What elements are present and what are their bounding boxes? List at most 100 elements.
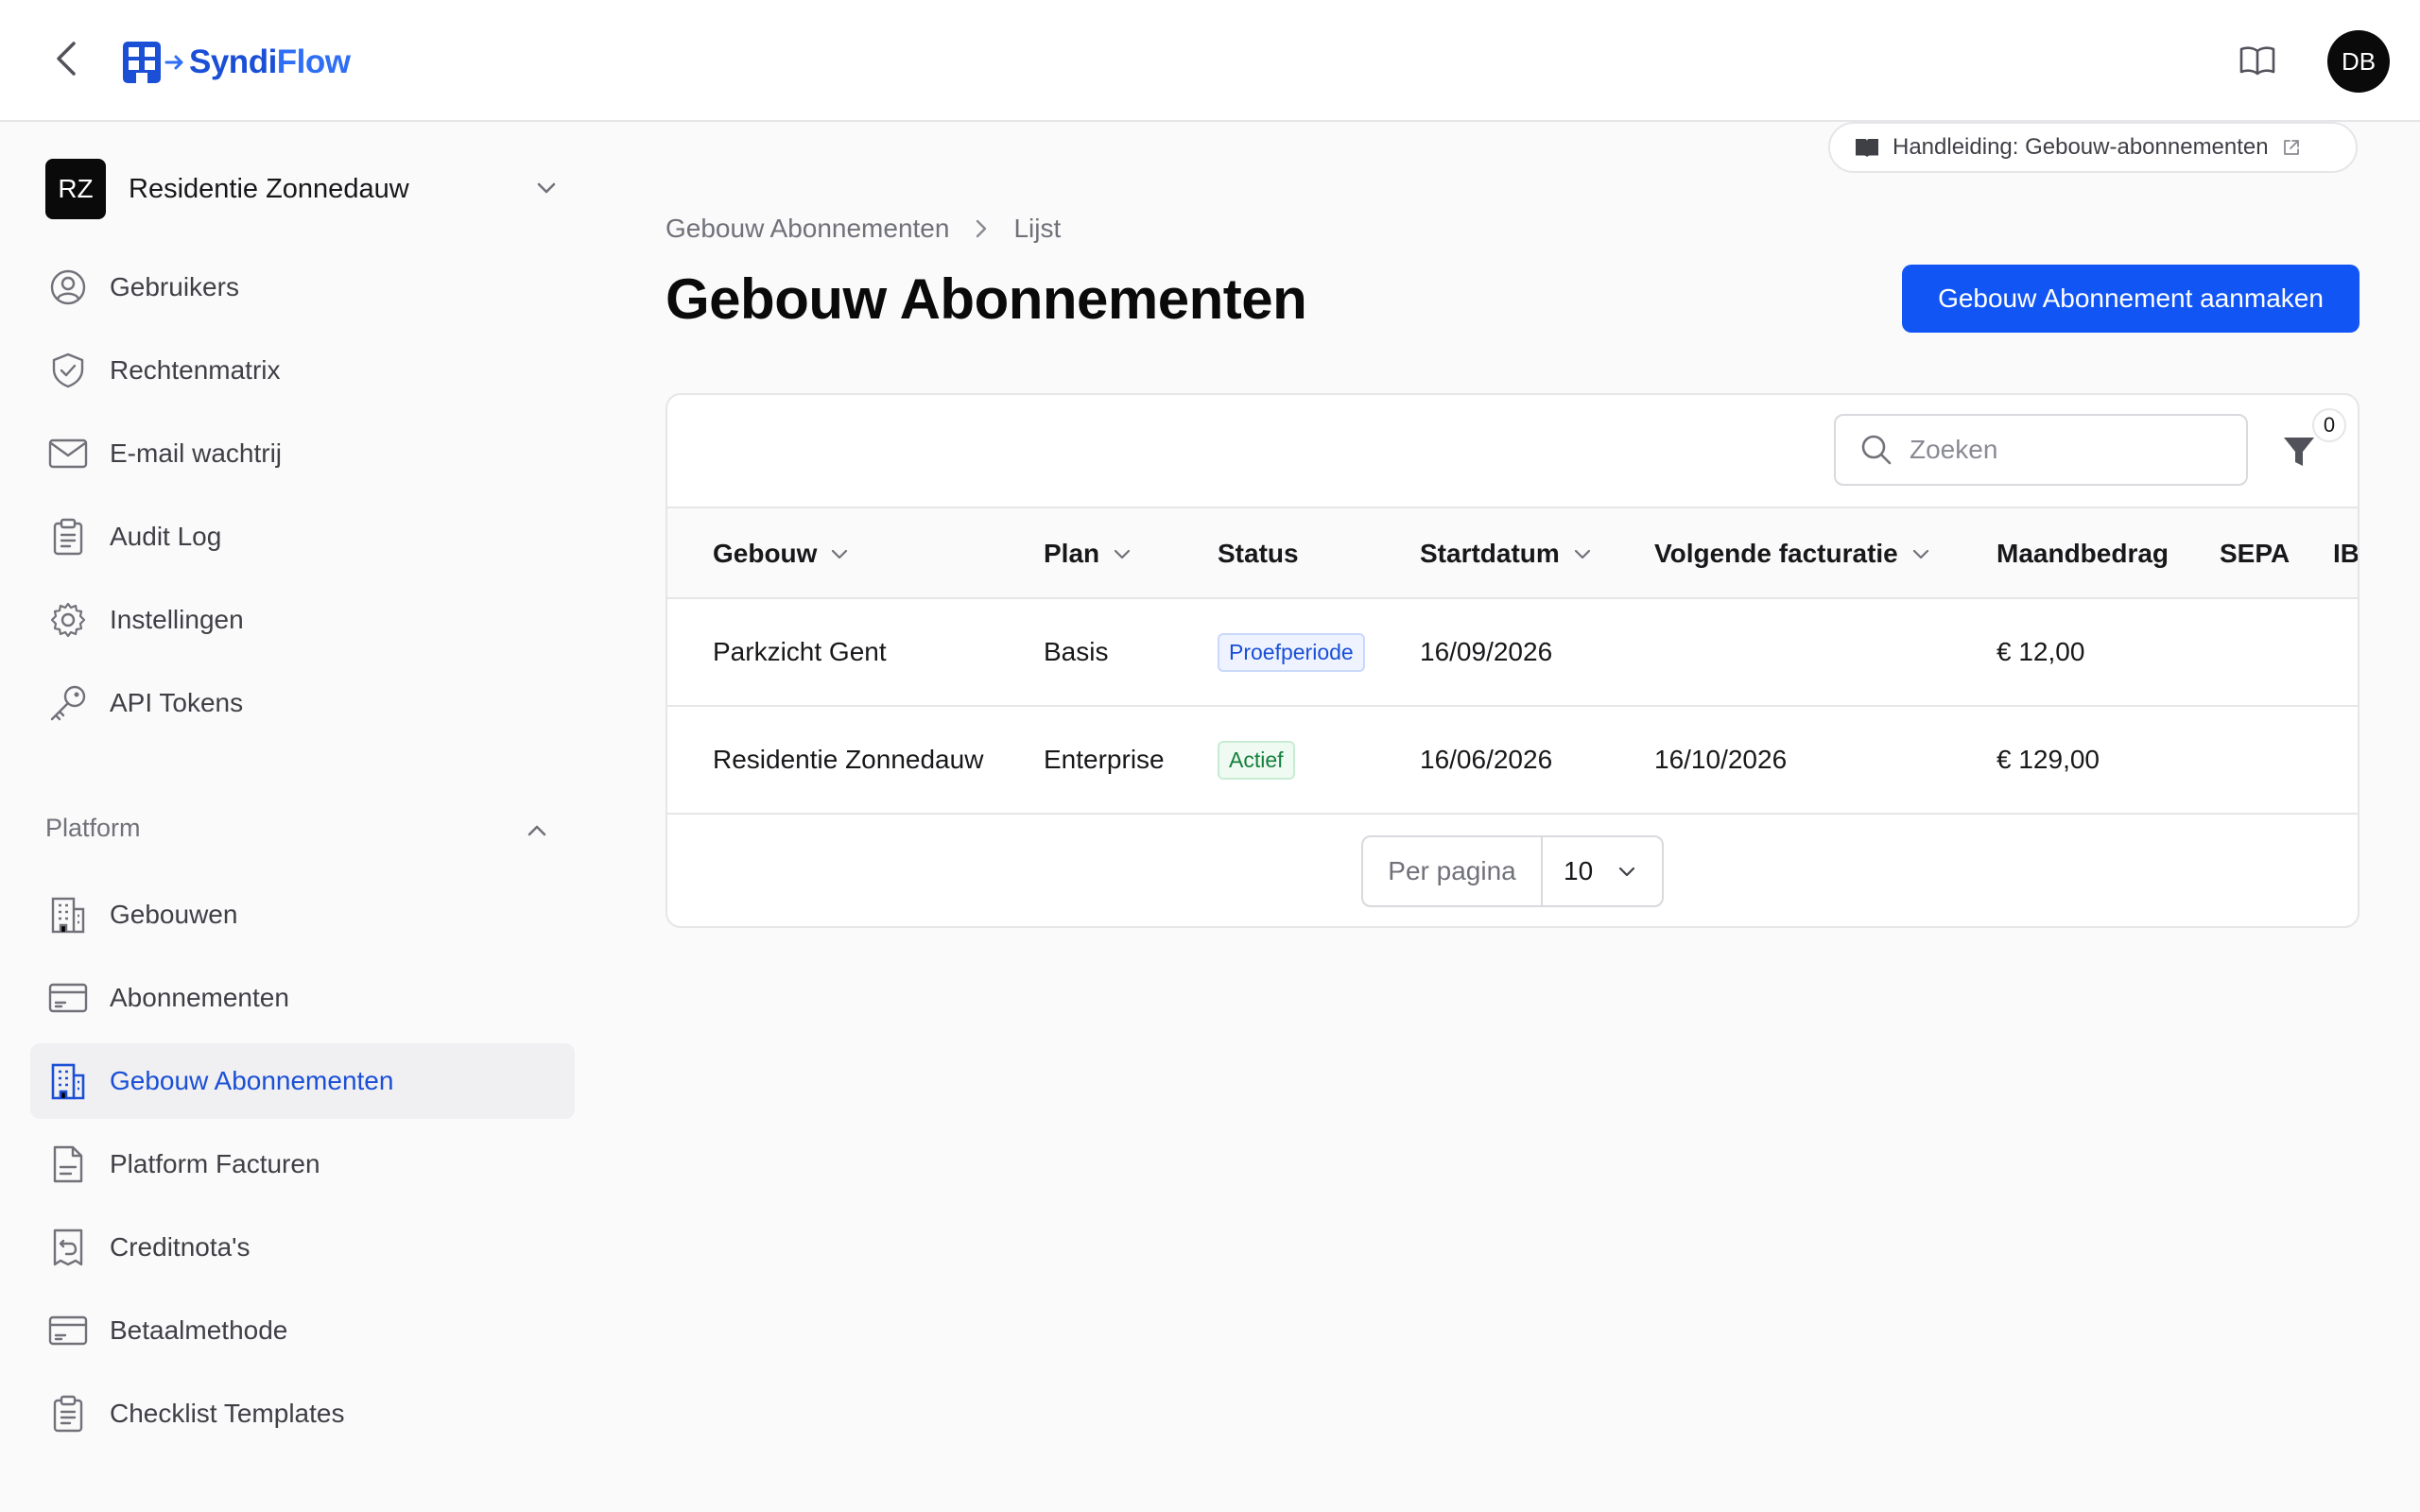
sidebar-item-instellingen[interactable]: Instellingen	[30, 582, 575, 658]
sidebar-item-email-wachtrij[interactable]: E-mail wachtrij	[30, 416, 575, 491]
sidebar-item-api-tokens[interactable]: API Tokens	[30, 665, 575, 741]
manual-link-label: Handleiding: Gebouw-abonnementen	[1893, 134, 2269, 160]
status-badge: Proefperiode	[1218, 632, 1365, 672]
sidebar-item-label: Gebruikers	[110, 272, 239, 301]
app-logo[interactable]: SyndiFlow	[123, 42, 351, 83]
column-header-label: IBAN	[2333, 539, 2360, 568]
sidebar-item-label: Checklist Templates	[110, 1399, 345, 1428]
search-box[interactable]	[1834, 414, 2248, 486]
status-badge: Actief	[1218, 740, 1295, 780]
per-page-select[interactable]: 10	[1543, 837, 1662, 905]
column-header-label: Maandbedrag	[1996, 539, 2169, 568]
column-header-label: Plan	[1044, 539, 1100, 568]
column-header-gebouw[interactable]: Gebouw	[713, 508, 849, 599]
sidebar-item-label: Instellingen	[110, 605, 244, 634]
book-open-icon	[2239, 46, 2275, 76]
logo-arrow-icon	[164, 55, 183, 70]
subscriptions-table-card: 0 Gebouw Plan Status Startdatum Volgende…	[666, 393, 2360, 928]
sidebar: RZ Residentie Zonnedauw Gebruikers Recht…	[0, 124, 586, 1512]
sidebar-item-gebouw-abonnementen[interactable]: Gebouw Abonnementen	[30, 1043, 575, 1119]
chevron-up-icon[interactable]	[526, 819, 548, 842]
sidebar-item-rechtenmatrix[interactable]: Rechtenmatrix	[30, 333, 575, 408]
tenant-switcher[interactable]: RZ Residentie Zonnedauw	[45, 158, 575, 220]
breadcrumb-item-parent[interactable]: Gebouw Abonnementen	[666, 214, 949, 244]
documentation-button[interactable]	[2237, 42, 2278, 79]
chevron-right-icon	[977, 219, 987, 238]
sidebar-item-creditnotas[interactable]: Creditnota's	[30, 1210, 575, 1285]
cell-status: Actief	[1218, 707, 1295, 813]
sidebar-item-label: Rechtenmatrix	[110, 355, 281, 385]
breadcrumb: Gebouw Abonnementen Lijst	[666, 214, 1061, 244]
sidebar-item-label: E-mail wachtrij	[110, 438, 283, 468]
credit-card-icon	[48, 983, 88, 1013]
manual-link[interactable]: Handleiding: Gebouw-abonnementen	[1828, 122, 2358, 173]
sidebar-item-label: Audit Log	[110, 522, 222, 551]
document-icon	[53, 1145, 83, 1183]
sidebar-item-gebouwen[interactable]: Gebouwen	[30, 877, 575, 953]
external-link-icon	[2283, 140, 2299, 155]
chevron-down-icon	[1912, 549, 1928, 559]
cell-gebouw: Parkzicht Gent	[713, 637, 887, 666]
logo-building-icon	[123, 42, 161, 83]
sidebar-item-label: Gebouw Abonnementen	[110, 1066, 394, 1095]
column-header-label: SEPA	[2220, 539, 2290, 568]
sidebar-item-abonnementen[interactable]: Abonnementen	[30, 960, 575, 1036]
chevron-down-icon	[537, 182, 556, 194]
logo-wordmark: SyndiFlow	[189, 43, 351, 80]
column-header-volgende-facturatie[interactable]: Volgende facturatie	[1654, 508, 1930, 599]
sidebar-item-label: Platform Facturen	[110, 1149, 320, 1178]
sidebar-item-betaalmethode[interactable]: Betaalmethode	[30, 1293, 575, 1368]
cell-maandbedrag: € 12,00	[1996, 637, 2085, 666]
sidebar-item-gebruikers[interactable]: Gebruikers	[30, 249, 575, 325]
chevron-down-icon	[1574, 549, 1590, 559]
chevron-down-icon	[832, 549, 848, 559]
column-header-iban: IBAN	[2333, 508, 2360, 599]
sidebar-item-label: Betaalmethode	[110, 1315, 288, 1345]
cell-volgende-facturatie: 16/10/2026	[1654, 745, 1788, 774]
search-icon	[1861, 435, 1892, 465]
cell-maandbedrag: € 129,00	[1996, 745, 2100, 774]
column-header-label: Startdatum	[1420, 539, 1560, 568]
cell-plan: Basis	[1044, 637, 1109, 666]
chevron-down-icon	[1619, 867, 1635, 877]
table-row[interactable]: Residentie Zonnedauw Enterprise Actief 1…	[667, 707, 2358, 815]
filter-count-badge: 0	[2312, 408, 2346, 442]
tenant-name: Residentie Zonnedauw	[129, 173, 409, 204]
cell-gebouw: Residentie Zonnedauw	[713, 745, 984, 774]
per-page-selector: Per pagina 10	[1361, 835, 1664, 907]
user-circle-icon	[50, 269, 86, 305]
gear-icon	[50, 602, 86, 638]
filter-icon	[2284, 438, 2314, 466]
clipboard-list-icon	[53, 518, 83, 556]
shield-check-icon	[52, 352, 84, 388]
create-building-subscription-button[interactable]: Gebouw Abonnement aanmaken	[1902, 265, 2360, 333]
column-header-label: Volgende facturatie	[1654, 539, 1898, 568]
cell-plan: Enterprise	[1044, 745, 1165, 774]
sidebar-item-platform-facturen[interactable]: Platform Facturen	[30, 1126, 575, 1202]
column-header-sepa: SEPA	[2220, 508, 2290, 599]
sidebar-item-audit-log[interactable]: Audit Log	[30, 499, 575, 575]
sidebar-item-label: Abonnementen	[110, 983, 289, 1012]
user-avatar[interactable]: DB	[2327, 30, 2390, 93]
column-header-plan[interactable]: Plan	[1044, 508, 1132, 599]
receipt-refund-icon	[53, 1228, 83, 1266]
cell-startdatum: 16/09/2026	[1420, 637, 1553, 666]
sidebar-item-checklist-templates[interactable]: Checklist Templates	[30, 1376, 575, 1452]
top-bar: SyndiFlow DB	[0, 0, 2420, 122]
sidebar-section-title: Platform	[45, 814, 141, 842]
credit-card-icon	[48, 1315, 88, 1346]
column-header-startdatum[interactable]: Startdatum	[1420, 508, 1592, 599]
sidebar-item-label: Creditnota's	[110, 1232, 251, 1262]
mail-icon	[48, 438, 88, 469]
column-header-maandbedrag: Maandbedrag	[1996, 508, 2169, 599]
back-button[interactable]	[45, 38, 87, 79]
sidebar-item-label: Gebouwen	[110, 900, 238, 929]
building-icon	[51, 1063, 85, 1100]
per-page-value: 10	[1564, 856, 1594, 885]
search-input[interactable]	[1910, 435, 2231, 465]
tenant-avatar: RZ	[45, 159, 106, 219]
page-title: Gebouw Abonnementen	[666, 267, 1307, 331]
sidebar-item-label: API Tokens	[110, 688, 244, 717]
cell-startdatum: 16/06/2026	[1420, 745, 1553, 774]
table-row[interactable]: Parkzicht Gent Basis Proefperiode 16/09/…	[667, 599, 2358, 707]
